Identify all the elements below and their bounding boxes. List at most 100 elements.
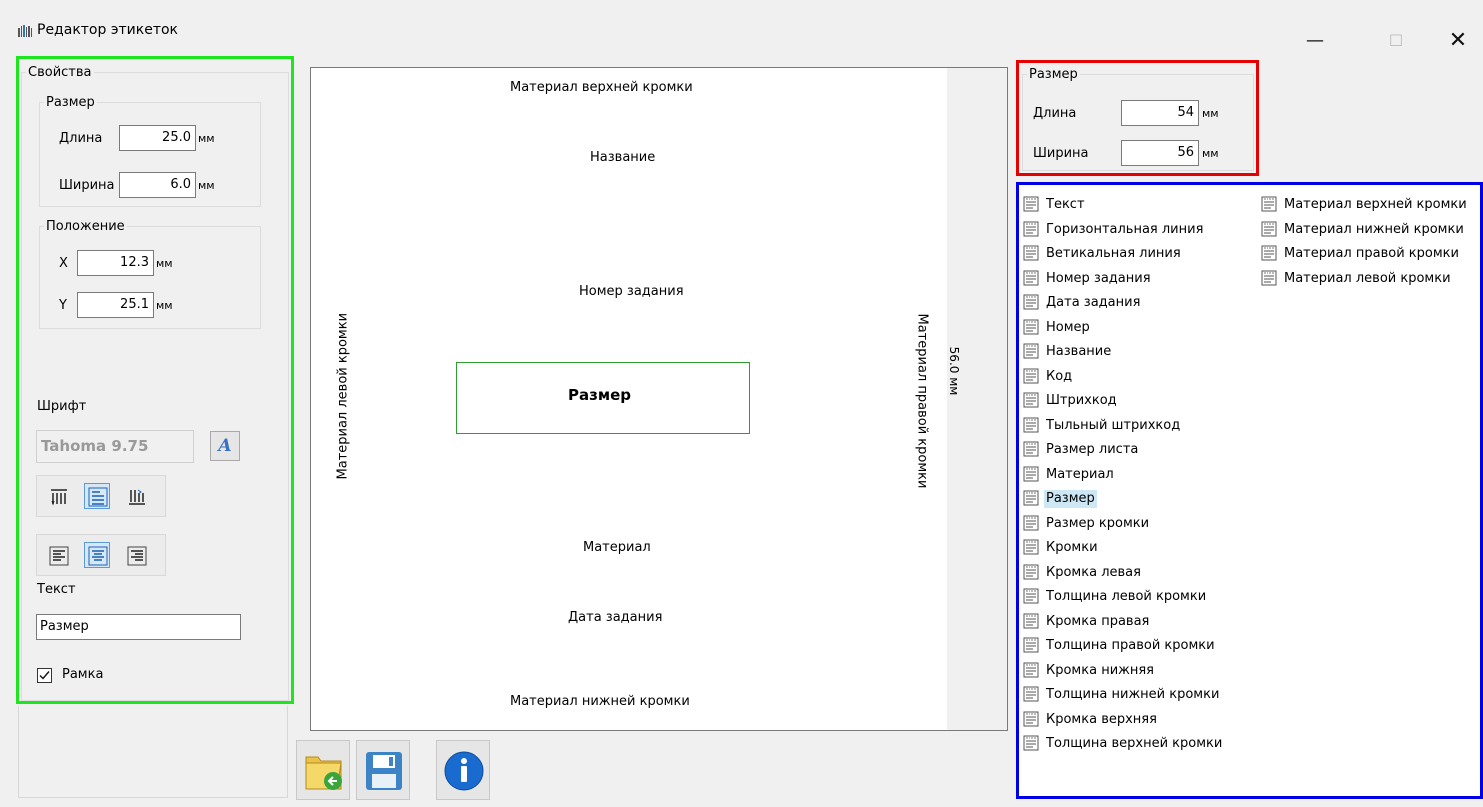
field-icon — [1261, 196, 1277, 212]
width-unit: мм — [198, 179, 215, 192]
text-label: Текст — [37, 582, 76, 597]
field-icon — [1023, 711, 1039, 726]
x-label: X — [59, 256, 68, 271]
field-list-item-label: Кромка правая — [1046, 613, 1150, 629]
field-icon — [1023, 196, 1039, 212]
field-icon — [1023, 490, 1039, 506]
font-label: Шрифт — [37, 399, 87, 414]
x-unit: мм — [156, 257, 173, 270]
field-list-item-label: Толщина левой кромки — [1046, 589, 1207, 604]
canvas-field-right-edge[interactable]: Материал правой кромки — [915, 314, 930, 489]
field-icon — [1023, 245, 1039, 261]
align-top-button[interactable] — [45, 483, 71, 509]
canvas-field-material[interactable]: Материал — [583, 540, 651, 555]
align-left-button[interactable] — [45, 542, 71, 568]
maximize-button[interactable]: ☐ — [1376, 26, 1416, 56]
label-width-input[interactable]: 56 — [1121, 140, 1199, 166]
field-icon — [1023, 637, 1039, 653]
canvas-field-task-date[interactable]: Дата задания — [568, 610, 662, 625]
checkmark-icon — [39, 671, 50, 680]
properties-panel: Свойства Размер Длина 25.0 мм Ширина 6.0… — [16, 56, 294, 704]
y-input[interactable]: 25.1 — [77, 292, 154, 318]
save-button[interactable] — [356, 740, 410, 800]
label-length-input[interactable]: 54 — [1121, 100, 1199, 126]
field-icon — [1023, 270, 1039, 285]
field-list-item-label: Тыльный штрихкод — [1046, 417, 1181, 433]
canvas-field-size[interactable]: Размер — [568, 386, 631, 404]
canvas-field-left-edge[interactable]: Материал левой кромки — [336, 313, 351, 480]
label-size-legend: Размер — [1029, 67, 1078, 82]
field-icon — [1023, 441, 1039, 457]
fields-list[interactable]: Текст Горизонтальная линия Ветикальная лин… — [1016, 182, 1483, 799]
field-list-item-label: Материал правой кромки — [1284, 246, 1459, 261]
field-list-item-label: Кромка левая — [1046, 564, 1141, 580]
length-unit: мм — [198, 132, 215, 145]
horizontal-align-group — [36, 534, 166, 576]
align-center-icon — [88, 546, 108, 566]
field-icon — [1023, 343, 1039, 359]
width-input[interactable]: 6.0 — [119, 172, 196, 198]
x-input[interactable]: 12.3 — [77, 250, 154, 276]
open-button[interactable] — [296, 740, 350, 800]
field-list-item-label: Горизонтальная линия — [1046, 221, 1204, 237]
field-icon — [1261, 245, 1277, 261]
field-icon — [1023, 221, 1039, 236]
canvas-field-bottom-edge[interactable]: Материал нижней кромки — [510, 694, 690, 709]
field-list-item-label: Толщина нижней кромки — [1046, 687, 1220, 702]
info-button[interactable] — [436, 740, 490, 800]
minimize-button[interactable]: — — [1295, 26, 1335, 56]
app-icon — [18, 25, 32, 37]
label-length-unit: мм — [1202, 107, 1219, 120]
save-icon — [366, 752, 402, 790]
open-folder-icon — [305, 756, 342, 790]
field-icon — [1023, 686, 1039, 702]
properties-legend: Свойства — [28, 65, 92, 80]
frame-checkbox[interactable] — [37, 668, 52, 683]
field-icon — [1023, 515, 1039, 530]
canvas-field-top-edge[interactable]: Материал верхней кромки — [510, 80, 693, 95]
left-panel-background — [18, 706, 288, 798]
close-button[interactable]: ✕ — [1438, 26, 1478, 56]
align-bottom-button[interactable] — [123, 483, 149, 509]
position-legend: Положение — [46, 219, 125, 234]
field-list-item-label: Материал левой кромки — [1284, 270, 1451, 286]
align-right-icon — [127, 546, 147, 566]
align-center-button[interactable] — [84, 542, 110, 568]
window-title: Редактор этикеток — [37, 22, 179, 38]
title-bar — [0, 0, 1483, 56]
field-list-item-label: Кромка нижняя — [1046, 662, 1154, 678]
field-icon — [1023, 368, 1039, 383]
field-icon — [1023, 417, 1039, 432]
field-list-item-label: Размер кромки — [1046, 515, 1150, 531]
canvas-field-name[interactable]: Название — [590, 150, 655, 165]
canvas-field-task-number[interactable]: Номер задания — [579, 284, 684, 299]
field-icon — [1023, 392, 1039, 408]
align-bottom-icon — [129, 489, 145, 505]
field-list-item-label: Материал — [1046, 466, 1114, 482]
height-dimension-label: 56.0 мм — [947, 346, 961, 396]
size-legend: Размер — [46, 95, 95, 110]
field-list-item-label: Дата задания — [1046, 295, 1141, 310]
length-input[interactable]: 25.0 — [119, 125, 196, 151]
field-icon — [1261, 221, 1277, 236]
field-icon — [1023, 319, 1039, 334]
width-label: Ширина — [59, 178, 115, 193]
field-icon — [1023, 294, 1039, 310]
align-middle-button[interactable] — [84, 483, 110, 509]
field-list-item-label: Штрихкод — [1046, 393, 1117, 408]
align-right-button[interactable] — [123, 542, 149, 568]
info-icon — [444, 751, 484, 791]
text-input[interactable]: Размер — [36, 614, 241, 640]
frame-label: Рамка — [62, 667, 104, 682]
field-list-item-label: Толщина правой кромки — [1046, 638, 1215, 653]
font-picker-button[interactable]: A — [210, 431, 240, 461]
field-list-item-label: Кромка верхняя — [1046, 711, 1157, 727]
label-length-label: Длина — [1033, 106, 1077, 121]
field-icon — [1023, 662, 1039, 677]
label-width-unit: мм — [1202, 147, 1219, 160]
field-list-item-label: Кромки — [1046, 540, 1098, 555]
field-list-item-label: Размер — [1044, 490, 1097, 508]
field-list-item-label: Материал верхней кромки — [1284, 197, 1467, 212]
label-size-panel: Размер Длина 54 мм Ширина 56 мм — [1016, 60, 1259, 176]
align-top-icon — [51, 489, 67, 506]
